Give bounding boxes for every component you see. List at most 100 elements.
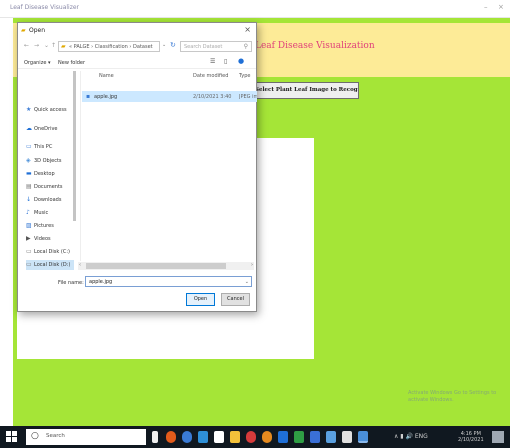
cube-icon: ◈ [26, 157, 31, 164]
mail-app-icon[interactable] [278, 431, 288, 443]
nav-item-label: Desktop [34, 171, 55, 177]
nav-item-label: Local Disk (C:) [34, 249, 70, 255]
chevron-down-icon[interactable]: ⌄ [245, 279, 249, 285]
nav-item-label: Music [34, 210, 49, 216]
taskbar-clock[interactable]: 4:16 PM 2/10/2021 [458, 431, 484, 443]
system-tray-icons[interactable]: ∧ ▮ 🔊 ENG [394, 433, 428, 440]
nav-item-quick-access[interactable]: ★ Quick access [26, 105, 74, 115]
desktop-icon: ▬ [26, 170, 32, 177]
file-type: JPEG image [239, 94, 257, 100]
up-arrow-icon[interactable]: ↑ [51, 42, 56, 49]
dialog-toolbar: Organize ▾ New folder ☰ ▯ ● [18, 57, 256, 69]
video-icon: ▶ [26, 235, 31, 242]
nav-item-music[interactable]: ♪ Music [26, 208, 74, 218]
address-dropdown-icon[interactable]: ⌄ [162, 42, 166, 48]
column-header-date[interactable]: Date modified [193, 73, 228, 79]
computer-icon: ▭ [26, 143, 32, 150]
folder-icon: ▰ [21, 27, 26, 34]
refresh-icon[interactable]: ↻ [170, 41, 176, 49]
app-title-bar[interactable]: Leaf Disease Visualizer – × [0, 0, 510, 18]
dialog-title-bar[interactable]: ▰ Open × [18, 23, 256, 37]
dialog-title: Open [29, 27, 46, 34]
nav-item-label: 3D Objects [34, 158, 62, 164]
nav-item-label: Local Disk (D:) [34, 262, 71, 268]
nav-item-onedrive[interactable]: ☁ OneDrive [26, 124, 74, 134]
nav-item-label: Documents [34, 184, 63, 190]
minimize-icon[interactable]: – [484, 3, 488, 11]
edge-browser-icon[interactable] [182, 431, 192, 443]
view-options-icon[interactable]: ☰ [210, 58, 215, 65]
preview-pane-icon[interactable]: ▯ [224, 58, 227, 65]
nav-item-desktop[interactable]: ▬ Desktop [26, 169, 74, 179]
clock-date: 2/10/2021 [458, 437, 484, 443]
search-icon: ○ [31, 431, 39, 441]
column-header-name[interactable]: Name [99, 73, 114, 79]
nav-item-3d-objects[interactable]: ◈ 3D Objects [26, 156, 74, 166]
scroll-left-icon[interactable]: ‹ [79, 262, 81, 268]
picture-icon: ▨ [26, 222, 32, 229]
nav-item-label: OneDrive [34, 126, 58, 132]
search-icon: ⚲ [243, 43, 248, 50]
taskbar: ○ Search ∧ ▮ 🔊 ENG 4:16 PM 2/10/2021 [0, 426, 510, 448]
app-window-title: Leaf Disease Visualizer [10, 4, 80, 11]
nav-item-label: Pictures [34, 223, 54, 229]
new-folder-button[interactable]: New folder [58, 60, 85, 66]
image-file-icon: ▪ [86, 93, 91, 100]
spreadsheet-app-icon[interactable] [294, 431, 304, 443]
folder-icon: ▰ [61, 43, 66, 50]
nav-item-pictures[interactable]: ▨ Pictures [26, 221, 74, 231]
help-icon[interactable]: ● [238, 57, 244, 65]
download-icon: ↓ [26, 196, 32, 203]
drive-icon: ▭ [26, 248, 32, 255]
settings-app-icon[interactable] [342, 431, 352, 443]
open-button[interactable]: Open [186, 293, 215, 306]
navigation-scrollbar[interactable] [73, 71, 76, 221]
chrome-browser-icon[interactable] [246, 431, 256, 443]
nav-item-label: Quick access [34, 107, 67, 113]
document-app-icon[interactable] [214, 431, 224, 443]
nav-item-local-disk-d[interactable]: ▭ Local Disk (D:) [26, 260, 74, 270]
horizontal-scrollbar[interactable]: ‹ › [78, 262, 254, 270]
nav-item-label: This PC [34, 144, 53, 150]
file-explorer-icon[interactable] [230, 431, 240, 443]
taskbar-search-box[interactable]: ○ Search [26, 429, 146, 445]
nav-item-downloads[interactable]: ↓ Downloads [26, 195, 74, 205]
drive-icon: ▭ [26, 261, 32, 268]
select-image-button[interactable]: Select Plant Leaf Image to Recognize Dis… [254, 82, 359, 99]
file-name-value: apple.jpg [89, 279, 113, 285]
nav-item-label: Videos [34, 236, 51, 242]
desktop-screen: Leaf Disease Visualizer – × Leaf Disease… [0, 0, 510, 448]
python-app-icon[interactable] [358, 431, 368, 443]
column-header-type[interactable]: Type [239, 73, 250, 79]
word-app-icon[interactable] [310, 431, 320, 443]
nav-item-documents[interactable]: ▤ Documents [26, 182, 74, 192]
firefox-browser-icon[interactable] [262, 431, 272, 443]
cancel-button[interactable]: Cancel [221, 293, 250, 306]
code-editor-icon[interactable] [326, 431, 336, 443]
nav-item-this-pc[interactable]: ▭ This PC [26, 142, 74, 152]
windows-start-icon[interactable] [6, 431, 17, 442]
back-arrow-icon[interactable]: ← [24, 42, 29, 49]
browser-app-icon[interactable] [166, 431, 176, 443]
nav-item-videos[interactable]: ▶ Videos [26, 234, 74, 244]
dialog-close-icon[interactable]: × [244, 25, 251, 34]
navigation-pane: ★ Quick access ☁ OneDrive ▭ This PC ◈ 3D Obj… [18, 71, 76, 273]
scroll-right-icon[interactable]: › [251, 262, 253, 268]
file-date: 2/10/2021 3:40 [193, 94, 232, 100]
address-bar[interactable]: ▰ « PALGE › Classification › Dataset [58, 41, 160, 52]
store-app-icon[interactable] [198, 431, 208, 443]
document-icon: ▤ [26, 183, 32, 190]
organize-button[interactable]: Organize ▾ [24, 60, 51, 66]
address-path: « PALGE › Classification › Dataset [69, 44, 153, 50]
task-view-icon[interactable] [152, 431, 158, 443]
scrollbar-thumb[interactable] [86, 263, 226, 269]
nav-item-local-disk-c[interactable]: ▭ Local Disk (C:) [26, 247, 74, 257]
notification-center-icon[interactable] [492, 431, 504, 443]
file-list: Name Date modified Type ▪ apple.jpg 2/10… [80, 71, 257, 261]
file-row[interactable]: ▪ apple.jpg 2/10/2021 3:40 JPEG image [82, 91, 257, 102]
recent-locations-icon[interactable]: ⌄ [44, 42, 49, 49]
forward-arrow-icon[interactable]: → [34, 42, 39, 49]
file-name-input[interactable]: apple.jpg ⌄ [85, 276, 252, 287]
close-icon[interactable]: × [498, 3, 504, 11]
search-input[interactable]: Search Dataset ⚲ [180, 41, 252, 52]
